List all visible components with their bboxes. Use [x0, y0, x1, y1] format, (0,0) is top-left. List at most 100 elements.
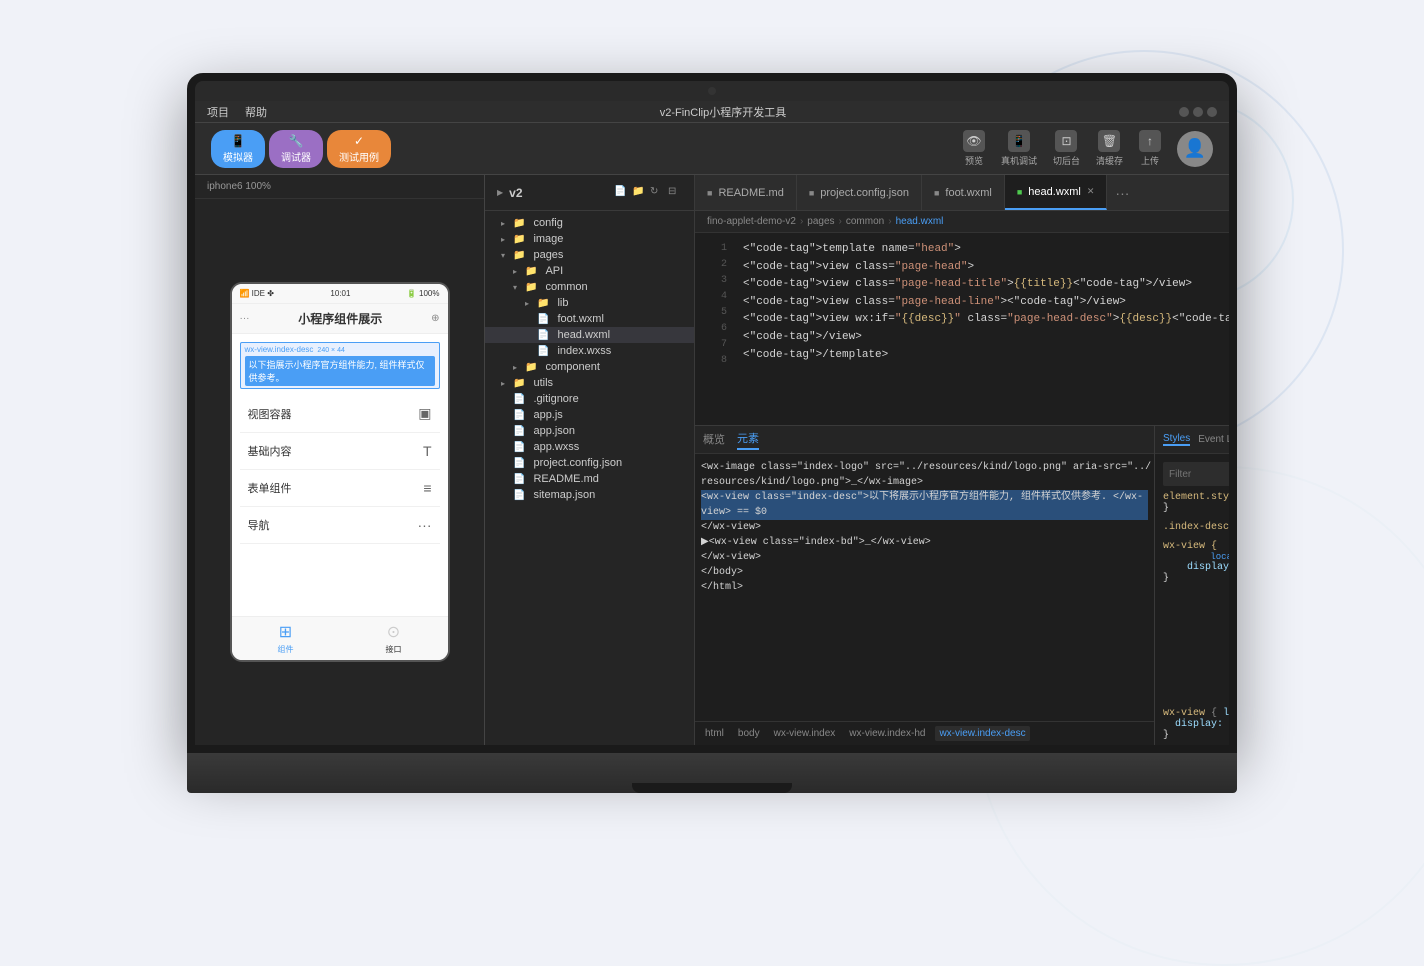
editor-tab[interactable]: ■head.wxml✕ — [1005, 175, 1108, 210]
preview-tab-elements[interactable]: 元素 — [737, 430, 759, 450]
mode-buttons: 📱 模拟器 🔧 调试器 ✓ 测试用例 — [211, 130, 391, 168]
status-left: 📶 IDE ✤ — [240, 289, 274, 298]
tree-item[interactable]: 📄head.wxml — [485, 327, 694, 343]
menu-bar: 项目 帮助 v2-FinClip小程序开发工具 — [195, 101, 1229, 123]
debug-icon: 🔧 — [289, 134, 304, 148]
tree-chevron-icon: ▸ — [501, 219, 509, 228]
html-preview: <wx-image class="index-logo" src="../res… — [695, 454, 1154, 721]
minimize-button[interactable] — [1179, 107, 1189, 117]
tree-item[interactable]: ▸📁component — [485, 359, 694, 375]
tree-item[interactable]: 📄app.js — [485, 407, 694, 423]
tabs-more-button[interactable]: ··· — [1107, 185, 1137, 201]
new-folder-icon[interactable]: 📁 — [632, 186, 646, 200]
laptop-screen: 项目 帮助 v2-FinClip小程序开发工具 📱 模拟器 🔧 — [187, 73, 1237, 753]
clear-cache-action[interactable]: 🗑 清缓存 — [1096, 130, 1123, 167]
tree-item[interactable]: ▾📁pages — [485, 247, 694, 263]
simulator-header: iphone6 100% — [195, 175, 484, 199]
toolbar: 📱 模拟器 🔧 调试器 ✓ 测试用例 👁 — [195, 123, 1229, 175]
refresh-icon[interactable]: ↻ — [650, 186, 664, 200]
preview-panel: 概览 元素 <wx-image class="index-logo" src="… — [695, 426, 1155, 745]
filter-input[interactable] — [1169, 469, 1229, 480]
preview-action[interactable]: 👁 预览 — [963, 130, 985, 167]
tree-item-name: API — [545, 265, 563, 277]
closing-brace: } — [1163, 730, 1229, 741]
tab-close-icon[interactable]: ✕ — [1087, 186, 1095, 197]
dom-breadcrumb-tab[interactable]: wx-view.index-hd — [845, 726, 929, 741]
line-number: 4 — [699, 289, 727, 305]
tree-item[interactable]: 📄project.config.json — [485, 455, 694, 471]
dom-breadcrumb-tab[interactable]: html — [701, 726, 728, 741]
nav-components[interactable]: ⊞ 组件 — [278, 622, 294, 655]
style-rule: wx-view {localfile:/.index.css:2display:… — [1163, 541, 1229, 584]
tree-file-icon: 📄 — [513, 394, 525, 405]
phone-list-item[interactable]: 视图容器▣ — [240, 395, 440, 433]
phone-list-item[interactable]: 表单组件 ≡ — [240, 470, 440, 507]
tree-item[interactable]: 📄index.wxss — [485, 343, 694, 359]
tree-item[interactable]: 📄app.wxss — [485, 439, 694, 455]
list-item-icon: ≡ — [423, 480, 431, 496]
tree-item[interactable]: 📄app.json — [485, 423, 694, 439]
mode-debug-button[interactable]: 🔧 调试器 — [269, 130, 323, 168]
dom-breadcrumb-tab[interactable]: body — [734, 726, 764, 741]
tree-item[interactable]: ▸📁lib — [485, 295, 694, 311]
cut-backend-action[interactable]: ⊡ 切后台 — [1053, 130, 1080, 167]
style-rule: element.style {} — [1163, 492, 1229, 514]
list-item-label: 表单组件 — [248, 480, 292, 496]
phone-list-item[interactable]: 导航··· — [240, 507, 440, 544]
code-content[interactable]: <"code-tag">template name="head"> <"code… — [731, 233, 1229, 425]
menu-help[interactable]: 帮助 — [245, 104, 267, 120]
user-avatar[interactable]: 👤 — [1177, 131, 1213, 167]
tree-item-name: pages — [533, 249, 563, 261]
close-button[interactable] — [1207, 107, 1217, 117]
dom-breadcrumb-tab[interactable]: wx-view.index-desc — [935, 726, 1029, 741]
tree-file-icon: 📄 — [513, 442, 525, 453]
tree-file-icon: 📁 — [525, 282, 537, 293]
editor-tab[interactable]: ■project.config.json — [797, 175, 922, 210]
phone-list-item[interactable]: 基础内容T — [240, 433, 440, 470]
mode-simulator-button[interactable]: 📱 模拟器 — [211, 130, 265, 168]
display-prop: display: block; — [1163, 719, 1229, 730]
preview-tab-bar: 概览 元素 — [695, 426, 1154, 454]
device-label: iphone6 100% — [207, 181, 271, 192]
upload-action[interactable]: ↑ 上传 — [1139, 130, 1161, 167]
tree-item[interactable]: ▸📁utils — [485, 375, 694, 391]
tree-item[interactable]: ▸📁config — [485, 215, 694, 231]
menu-project[interactable]: 项目 — [207, 104, 229, 120]
bottom-styles: wx-view { localfile:/.index.css:2 displa… — [1155, 704, 1229, 745]
style-source: localfile:/.index.css:2 — [1210, 552, 1229, 562]
phone-frame: 📶 IDE ✤ 10:01 🔋 100% ··· 小程序组件展示 ⊕ — [230, 282, 450, 662]
dom-breadcrumb-tab[interactable]: wx-view.index — [770, 726, 840, 741]
tree-file-icon: 📁 — [525, 266, 537, 277]
tree-item-name: sitemap.json — [533, 489, 595, 501]
nav-interface[interactable]: ⊙ 接口 — [386, 622, 402, 655]
new-file-icon[interactable]: 📄 — [614, 186, 628, 200]
tree-item[interactable]: 📄sitemap.json — [485, 487, 694, 503]
breadcrumb-part-1: pages — [807, 216, 834, 227]
editor-tab[interactable]: ■README.md — [695, 175, 797, 210]
tab-icon: ■ — [1017, 187, 1022, 197]
mode-test-button[interactable]: ✓ 测试用例 — [327, 130, 391, 168]
html-preview-line: </html> — [701, 580, 1148, 595]
editor-tab[interactable]: ■foot.wxml — [922, 175, 1005, 210]
tree-item[interactable]: 📄README.md — [485, 471, 694, 487]
upload-icon: ↑ — [1139, 130, 1161, 152]
collapse-icon[interactable]: ⊟ — [668, 186, 682, 200]
tab-label: foot.wxml — [945, 187, 991, 199]
tree-item[interactable]: 📄.gitignore — [485, 391, 694, 407]
html-preview-line: </wx-view> — [701, 550, 1148, 565]
inspector-tab[interactable]: Event Listeners — [1198, 434, 1229, 445]
tree-item[interactable]: 📄foot.wxml — [485, 311, 694, 327]
maximize-button[interactable] — [1193, 107, 1203, 117]
tree-item-name: index.wxss — [557, 345, 611, 357]
real-machine-action[interactable]: 📱 真机调试 — [1001, 130, 1037, 167]
tree-item[interactable]: ▸📁API — [485, 263, 694, 279]
styles-filter-bar: :hov .cls + — [1163, 462, 1229, 486]
tree-item[interactable]: ▸📁image — [485, 231, 694, 247]
tree-item-name: head.wxml — [557, 329, 610, 341]
html-preview-line: </body> — [701, 565, 1148, 580]
tree-item[interactable]: ▾📁common — [485, 279, 694, 295]
components-nav-label: 组件 — [278, 644, 294, 655]
preview-tab-overview[interactable]: 概览 — [703, 431, 725, 449]
inspector-tab[interactable]: Styles — [1163, 433, 1190, 446]
list-item-label: 基础内容 — [248, 443, 292, 459]
